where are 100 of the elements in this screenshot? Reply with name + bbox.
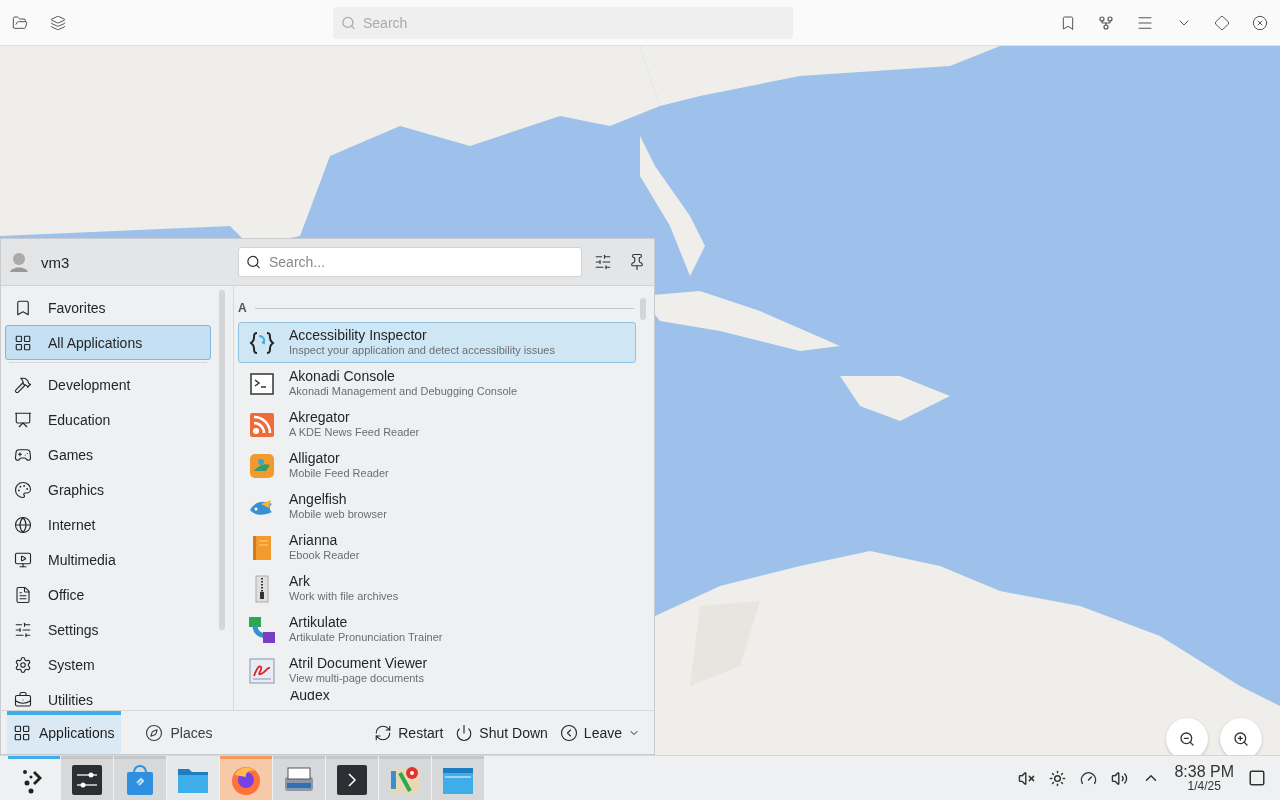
palette-icon xyxy=(14,480,32,499)
category-label: Settings xyxy=(48,621,99,638)
clock-time: 8:38 PM xyxy=(1174,764,1234,780)
app-item[interactable]: Ark Work with file archives xyxy=(238,568,636,609)
power-icon xyxy=(455,723,474,742)
category-label: Favorites xyxy=(48,299,106,316)
brightness-icon[interactable] xyxy=(1049,769,1067,787)
search-icon xyxy=(341,15,356,30)
bookmark-icon xyxy=(14,298,32,317)
category-item[interactable]: Office xyxy=(5,577,211,612)
gauge-icon[interactable] xyxy=(1080,769,1098,787)
app-description: Inspect your application and detect accessibility issues xyxy=(289,343,555,358)
hammer-icon xyxy=(14,375,32,394)
category-item[interactable]: Favorites xyxy=(5,290,211,325)
category-item[interactable]: Multimedia xyxy=(5,542,211,577)
sliders-icon xyxy=(14,620,32,639)
monitor-icon xyxy=(14,550,32,569)
bookmark-icon[interactable] xyxy=(1060,14,1076,31)
category-label: Education xyxy=(48,411,111,428)
category-item[interactable]: Graphics xyxy=(5,472,211,507)
search-field[interactable]: Search xyxy=(333,6,793,39)
category-item[interactable]: Education xyxy=(5,402,211,437)
board-icon xyxy=(14,410,32,429)
zoom-in-icon xyxy=(1233,731,1249,747)
diamond-icon[interactable] xyxy=(1214,14,1230,31)
scrollbar-thumb[interactable] xyxy=(640,298,646,320)
scrollbar-thumb[interactable] xyxy=(219,290,225,630)
close-icon[interactable] xyxy=(1252,14,1268,31)
app-item[interactable]: Artikulate Artikulate Pronunciation Trainer xyxy=(238,609,636,650)
category-label: Games xyxy=(48,446,94,463)
chevron-circle-icon xyxy=(559,723,578,742)
category-label: Graphics xyxy=(48,481,105,498)
tab[interactable]: Places xyxy=(138,711,219,754)
app-description: View multi-page documents xyxy=(289,671,425,686)
app-item[interactable]: Angelfish Mobile web browser xyxy=(238,486,636,527)
app-description: A KDE News Feed Reader xyxy=(289,425,420,440)
layers-icon[interactable] xyxy=(50,14,66,31)
task-button[interactable] xyxy=(273,756,325,800)
tab[interactable]: Applications xyxy=(7,711,121,754)
app-item[interactable]: Alligator Mobile Feed Reader xyxy=(238,445,636,486)
category-label: Multimedia xyxy=(48,551,116,568)
gear-icon xyxy=(14,655,32,674)
category-item[interactable]: Utilities xyxy=(5,682,211,710)
category-label: All Applications xyxy=(48,334,143,351)
globe-icon xyxy=(14,515,32,534)
category-label: Utilities xyxy=(48,691,94,708)
clock-date: 1/4/25 xyxy=(1187,780,1221,792)
app-description: Mobile web browser xyxy=(289,507,387,522)
category-item[interactable]: Internet xyxy=(5,507,211,542)
task-button[interactable] xyxy=(326,756,378,800)
app-item[interactable]: Atril Document Viewer View multi-page documents xyxy=(238,650,636,691)
category-item[interactable]: Development xyxy=(5,367,211,402)
power-button[interactable]: Leave xyxy=(553,719,646,746)
app-description: Ebook Reader xyxy=(289,548,360,563)
compass-icon xyxy=(144,724,163,742)
volume-icon[interactable] xyxy=(1111,769,1129,787)
terminal-icon xyxy=(335,762,369,797)
document-icon xyxy=(14,585,32,604)
app-name: Accessibility Inspector xyxy=(289,327,428,343)
power-button[interactable]: Shut Down xyxy=(449,719,554,746)
grid-icon xyxy=(13,724,31,742)
zoom-out-icon xyxy=(1179,731,1195,747)
power-button[interactable]: Restart xyxy=(368,719,450,746)
app-name: Ark xyxy=(289,573,311,589)
app-description: Akonadi Management and Debugging Console xyxy=(289,384,518,399)
app-item[interactable]: Akregator A KDE News Feed Reader xyxy=(238,404,636,445)
clock[interactable]: 8:38 PM 1/4/25 xyxy=(1174,764,1234,792)
category-item[interactable]: All Applications xyxy=(5,325,211,360)
toolbox-icon xyxy=(14,690,32,709)
sliders-icon xyxy=(594,253,612,271)
app-description: Work with file archives xyxy=(289,589,399,604)
speech-bubbles-icon xyxy=(247,614,277,645)
muted-icon[interactable] xyxy=(1018,769,1036,787)
pin-icon xyxy=(628,253,646,271)
search-field[interactable]: Search... xyxy=(238,247,582,277)
app-name: Arianna xyxy=(289,532,339,548)
sliders-icon xyxy=(70,762,104,797)
app-item[interactable]: Arianna Ebook Reader xyxy=(238,527,636,568)
user-name: vm3 xyxy=(41,253,71,271)
app-name: Alligator xyxy=(289,450,341,466)
category-label: System xyxy=(48,656,95,673)
document-icon xyxy=(247,655,277,686)
restart-icon xyxy=(374,723,393,742)
app-item[interactable]: Akonadi Console Akonadi Management and Debugging Console xyxy=(238,363,636,404)
task-button[interactable] xyxy=(61,756,113,800)
category-label: Development xyxy=(48,376,131,393)
category-item[interactable]: Settings xyxy=(5,612,211,647)
section-letter: A xyxy=(238,301,247,315)
category-item[interactable]: Games xyxy=(5,437,211,472)
app-name: Angelfish xyxy=(289,491,348,507)
fork-icon[interactable] xyxy=(1098,14,1114,31)
app-description: Mobile Feed Reader xyxy=(289,466,389,481)
category-item[interactable]: System xyxy=(5,647,211,682)
show-desktop-icon[interactable] xyxy=(1248,769,1266,787)
search-icon xyxy=(246,254,261,270)
category-label: Internet xyxy=(48,516,96,533)
app-item[interactable]: Accessibility Inspector Inspect your application and detect accessibility issues xyxy=(238,322,636,363)
app-name: Artikulate xyxy=(289,614,349,630)
grid-icon xyxy=(14,333,32,352)
folder-icon[interactable] xyxy=(12,14,28,31)
